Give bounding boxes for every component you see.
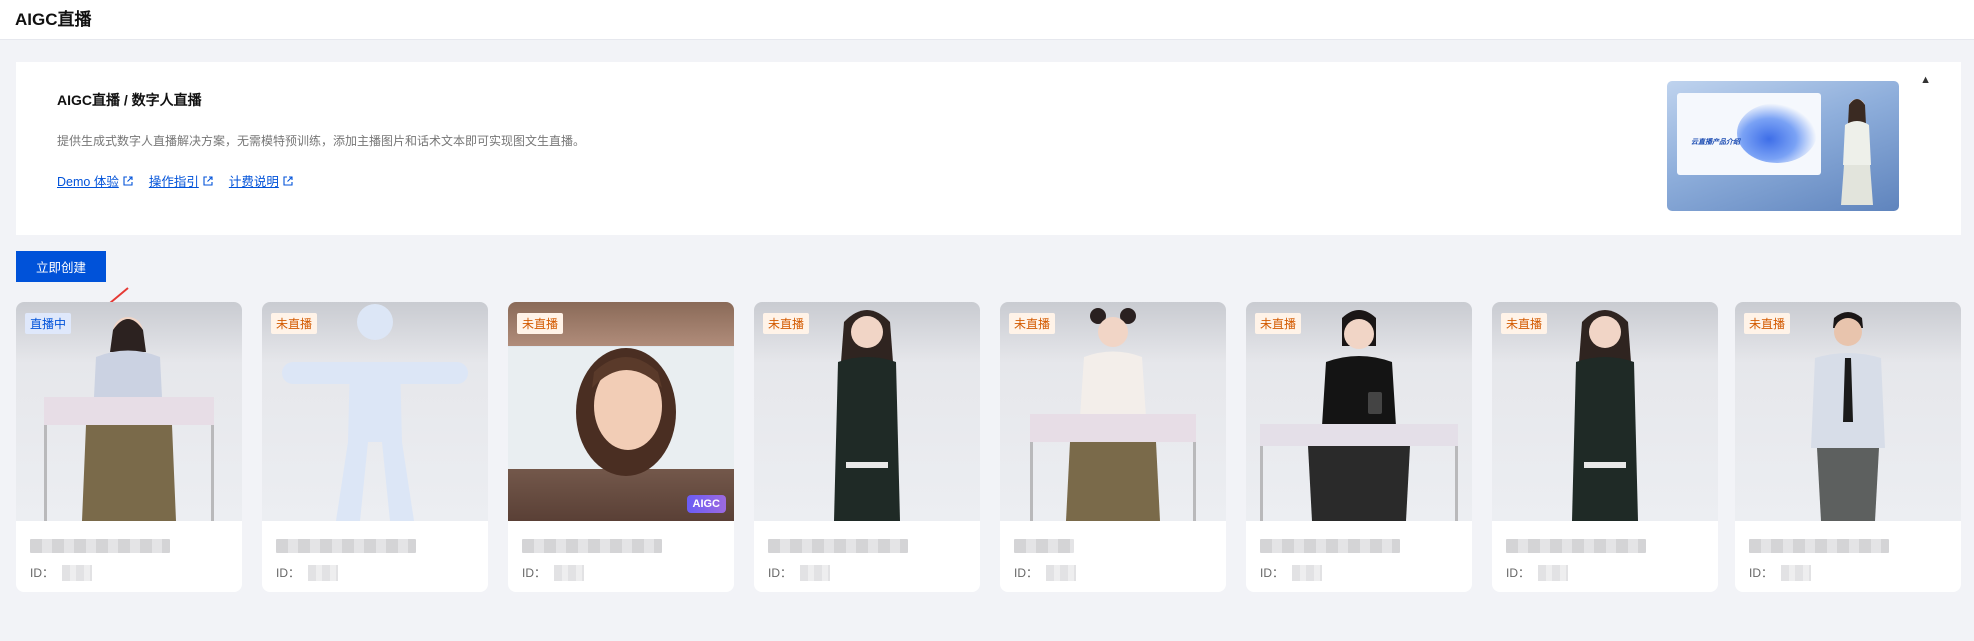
avatar-card[interactable]: 未直播 ID：: [1000, 302, 1226, 592]
guide-link-label: 操作指引: [148, 175, 199, 189]
avatar-id-row: ID：: [1506, 564, 1569, 581]
portrait-photo: [508, 347, 734, 476]
avatar-preview: 未直播: [1000, 302, 1226, 521]
status-badge: 未直播: [1744, 313, 1791, 334]
status-badge: 未直播: [1255, 313, 1302, 334]
status-badge: 未直播: [271, 313, 318, 334]
avatar-preview: 未直播: [754, 302, 980, 521]
avatar-name-redacted: [1260, 539, 1400, 553]
intro-description: 提供生成式数字人直播解决方案，无需模特预训练，添加主播图片和话术文本即可实现图文…: [57, 134, 586, 148]
demo-link-label: Demo 体验: [57, 175, 119, 189]
status-badge: 直播中: [25, 313, 72, 334]
id-label: ID：: [1260, 566, 1285, 580]
avatar-name-redacted: [30, 539, 170, 553]
avatar-card[interactable]: 直播中 ID：: [16, 302, 242, 592]
id-value-redacted: [1781, 564, 1812, 581]
id-value-redacted: [308, 564, 339, 581]
avatar-name-redacted: [522, 539, 662, 553]
avatar-figure: [1260, 310, 1458, 521]
id-label: ID：: [522, 566, 547, 580]
avatar-preview: 未直播: [262, 302, 488, 521]
billing-link[interactable]: 计费说明: [229, 171, 293, 190]
thumbnail-slide: 云直播产品介绍: [1677, 93, 1821, 175]
external-link-icon: [203, 175, 213, 186]
id-value-redacted: [1292, 564, 1323, 581]
billing-link-label: 计费说明: [228, 175, 279, 189]
id-value-redacted: [1538, 564, 1569, 581]
id-value-redacted: [1046, 564, 1077, 581]
id-label: ID：: [276, 566, 301, 580]
external-link-icon: [123, 175, 133, 186]
id-value-redacted: [800, 564, 831, 581]
avatar-preview: 未直播: [1735, 302, 1961, 521]
avatar-name-redacted: [1506, 539, 1646, 553]
presenter-figure: [1841, 99, 1873, 205]
avatar-preview: 未直播 AIGC: [508, 302, 734, 521]
aigc-tag: AIGC: [686, 495, 726, 513]
intro-links: Demo 体验 操作指引 计费说明: [57, 171, 293, 190]
avatar-card[interactable]: 未直播 ID：: [1246, 302, 1472, 592]
avatar-name-redacted: [276, 539, 416, 553]
avatar-id-row: ID：: [1260, 564, 1323, 581]
avatar-id-row: ID：: [768, 564, 831, 581]
id-value-redacted: [554, 564, 585, 581]
status-badge: 未直播: [1009, 313, 1056, 334]
id-label: ID：: [1014, 566, 1039, 580]
avatar-name-redacted: [768, 539, 908, 553]
avatar-figure: [1030, 308, 1196, 521]
avatar-name-redacted: [1749, 539, 1889, 553]
avatar-figure: [834, 310, 900, 521]
placeholder-silhouette-icon: [282, 304, 468, 521]
avatar-id-row: ID：: [1749, 564, 1812, 581]
thumbnail-slide-title: 云直播产品介绍: [1691, 139, 1740, 146]
id-value-redacted: [62, 564, 93, 581]
id-label: ID：: [1506, 566, 1531, 580]
intro-title: AIGC直播 / 数字人直播: [57, 92, 202, 108]
avatar-card[interactable]: 未直播 ID：: [754, 302, 980, 592]
avatar-id-row: ID：: [522, 564, 585, 581]
intro-panel: AIGC直播 / 数字人直播 提供生成式数字人直播解决方案，无需模特预训练，添加…: [16, 62, 1961, 235]
avatar-id-row: ID：: [276, 564, 339, 581]
demo-video-thumbnail[interactable]: 云直播产品介绍: [1667, 81, 1899, 211]
avatar-figure: [1572, 310, 1638, 521]
avatar-id-row: ID：: [30, 564, 93, 581]
avatar-name-redacted: [1014, 539, 1074, 553]
status-badge: 未直播: [517, 313, 564, 334]
avatar-preview: 直播中: [16, 302, 242, 521]
avatar-card[interactable]: 未直播 AIGC ID：: [508, 302, 734, 592]
avatar-figure: [44, 317, 214, 521]
create-button[interactable]: 立即创建: [16, 251, 106, 282]
avatar-card[interactable]: 未直播 ID：: [1492, 302, 1718, 592]
avatar-card[interactable]: 未直播 ID：: [1735, 302, 1961, 592]
status-badge: 未直播: [1501, 313, 1548, 334]
avatar-preview: 未直播: [1492, 302, 1718, 521]
id-label: ID：: [1749, 566, 1774, 580]
id-label: ID：: [30, 566, 55, 580]
demo-link[interactable]: Demo 体验: [57, 171, 133, 190]
thumbnail-swirl-graphic: [1737, 103, 1817, 163]
avatar-card[interactable]: 未直播 ID：: [262, 302, 488, 592]
guide-link[interactable]: 操作指引: [149, 171, 213, 190]
top-bar: AIGC直播: [0, 0, 1974, 40]
external-link-icon: [283, 175, 293, 186]
status-badge: 未直播: [763, 313, 810, 334]
avatar-id-row: ID：: [1014, 564, 1077, 581]
id-label: ID：: [768, 566, 793, 580]
triangle-up-icon[interactable]: ▲: [1920, 74, 1931, 86]
avatar-preview: 未直播: [1246, 302, 1472, 521]
page-title: AIGC直播: [15, 10, 92, 29]
avatar-figure: [1811, 312, 1885, 521]
